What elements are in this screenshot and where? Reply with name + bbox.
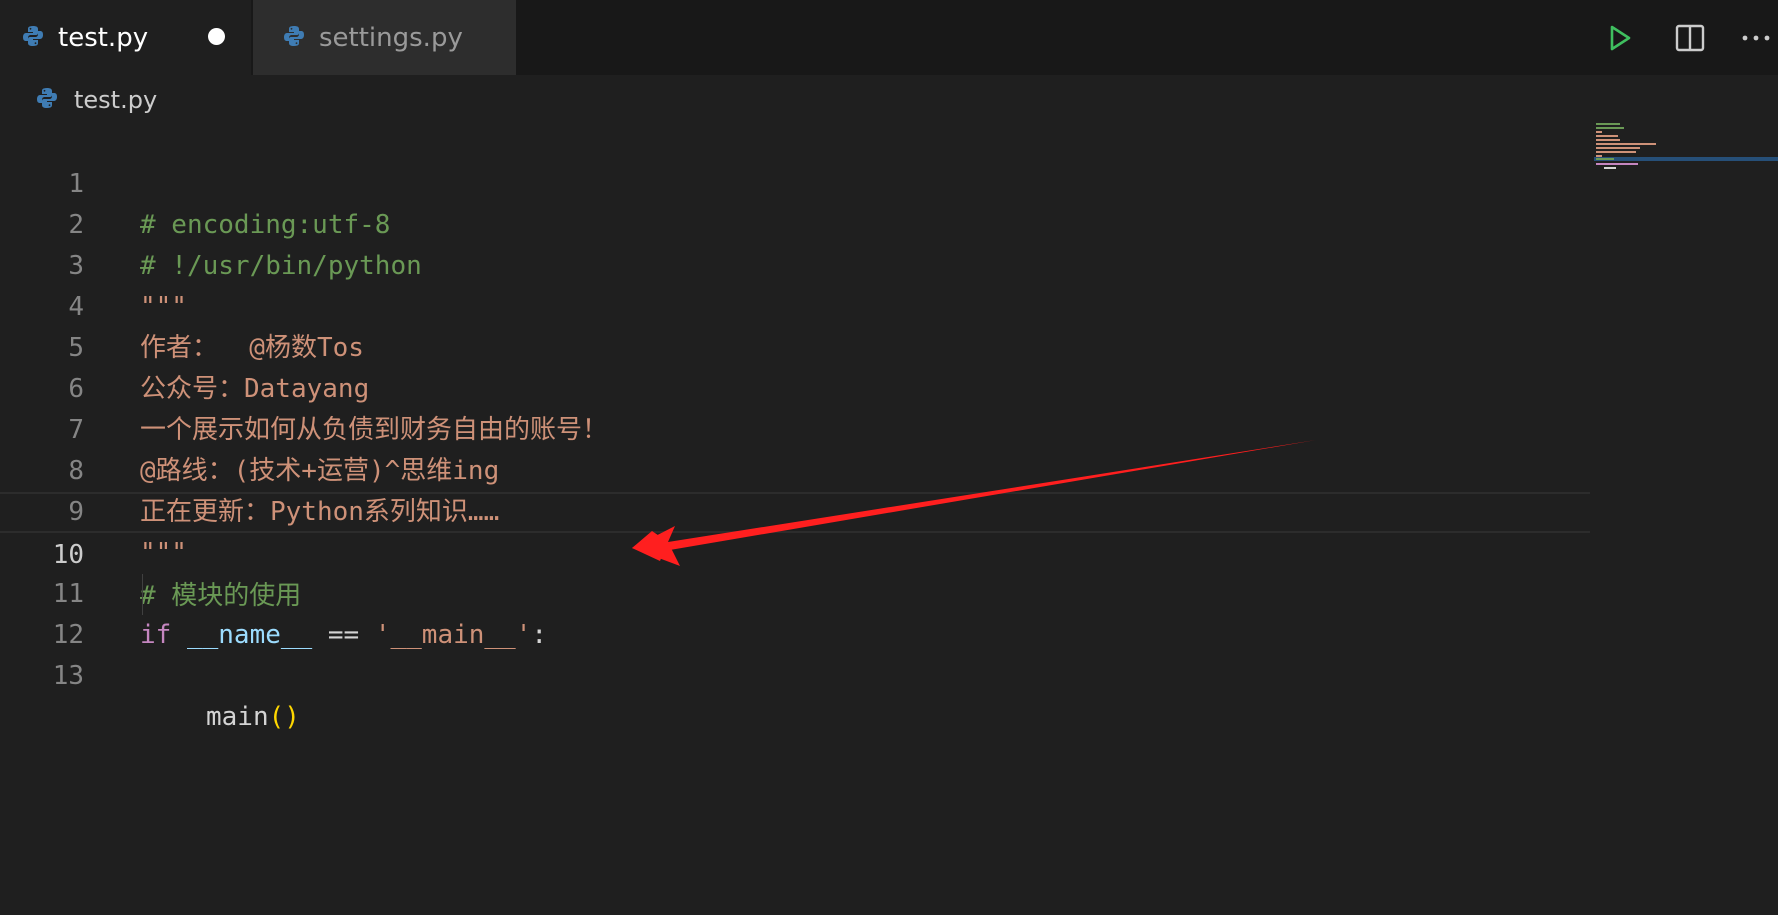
more-actions-icon	[1742, 35, 1770, 40]
code-line[interactable]: 7 @路线：(技术+运营)^思维ing	[0, 369, 1590, 486]
code-line[interactable]: 13	[0, 615, 1590, 691]
code-line[interactable]: 9 """	[0, 451, 1590, 568]
minimap-line	[1596, 158, 1614, 160]
minimap-current-line	[1594, 157, 1778, 161]
run-python-file-button[interactable]	[1604, 22, 1636, 54]
code-line[interactable]: 2 # !/usr/bin/python	[0, 164, 1590, 281]
code-line-current[interactable]: 10 # 模块的使用	[0, 492, 1590, 611]
python-file-icon	[36, 87, 58, 113]
code-line[interactable]: 11 if __name__ == '__main__':	[0, 533, 1590, 650]
minimap-line	[1596, 123, 1620, 125]
minimap-line	[1596, 135, 1618, 137]
minimap[interactable]	[1594, 121, 1778, 181]
code-line[interactable]: 8 正在更新：Python系列知识……	[0, 410, 1590, 527]
tab-bar: test.py settings.py	[0, 0, 1778, 75]
split-editor-icon	[1675, 24, 1705, 51]
minimap-line	[1596, 163, 1638, 165]
minimap-line	[1596, 151, 1636, 153]
tab-label: settings.py	[319, 22, 463, 53]
minimap-line	[1596, 131, 1602, 133]
more-actions-button[interactable]	[1740, 22, 1772, 54]
unsaved-dot-icon[interactable]	[208, 28, 225, 45]
minimap-line	[1596, 143, 1656, 145]
code-line[interactable]: 3 """	[0, 205, 1590, 322]
function-token: main	[206, 702, 269, 732]
editor-window: test.py settings.py test.py 1 # encoding…	[0, 0, 1778, 915]
breadcrumb: test.py	[0, 77, 157, 123]
code-editor[interactable]: 1 # encoding:utf-8 2 # !/usr/bin/python …	[0, 123, 1590, 915]
tab-test-py[interactable]: test.py	[0, 0, 251, 75]
tab-label: test.py	[58, 22, 149, 53]
split-editor-button[interactable]	[1674, 22, 1706, 54]
code-line[interactable]: 6 一个展示如何从负债到财务自由的账号！	[0, 328, 1590, 445]
tab-settings-py[interactable]: settings.py	[253, 0, 516, 75]
indent-guide	[142, 574, 143, 615]
code-line[interactable]: 5 公众号：Datayang	[0, 287, 1590, 404]
minimap-line	[1604, 167, 1616, 169]
code-text: main()	[206, 697, 300, 738]
python-file-icon	[283, 25, 305, 51]
editor-actions	[1604, 0, 1778, 75]
code-line[interactable]: 1 # encoding:utf-8	[0, 123, 1590, 240]
breadcrumb-file[interactable]: test.py	[74, 86, 157, 114]
play-icon	[1610, 25, 1631, 50]
code-line[interactable]: 12 main()	[0, 574, 1590, 732]
code-line[interactable]: 4 作者： @杨数Tos	[0, 246, 1590, 363]
python-file-icon	[22, 25, 44, 51]
minimap-line	[1596, 127, 1624, 129]
line-number: 13	[52, 661, 84, 691]
minimap-line	[1596, 139, 1620, 141]
paren-token: ()	[268, 702, 300, 732]
minimap-line	[1596, 147, 1640, 149]
